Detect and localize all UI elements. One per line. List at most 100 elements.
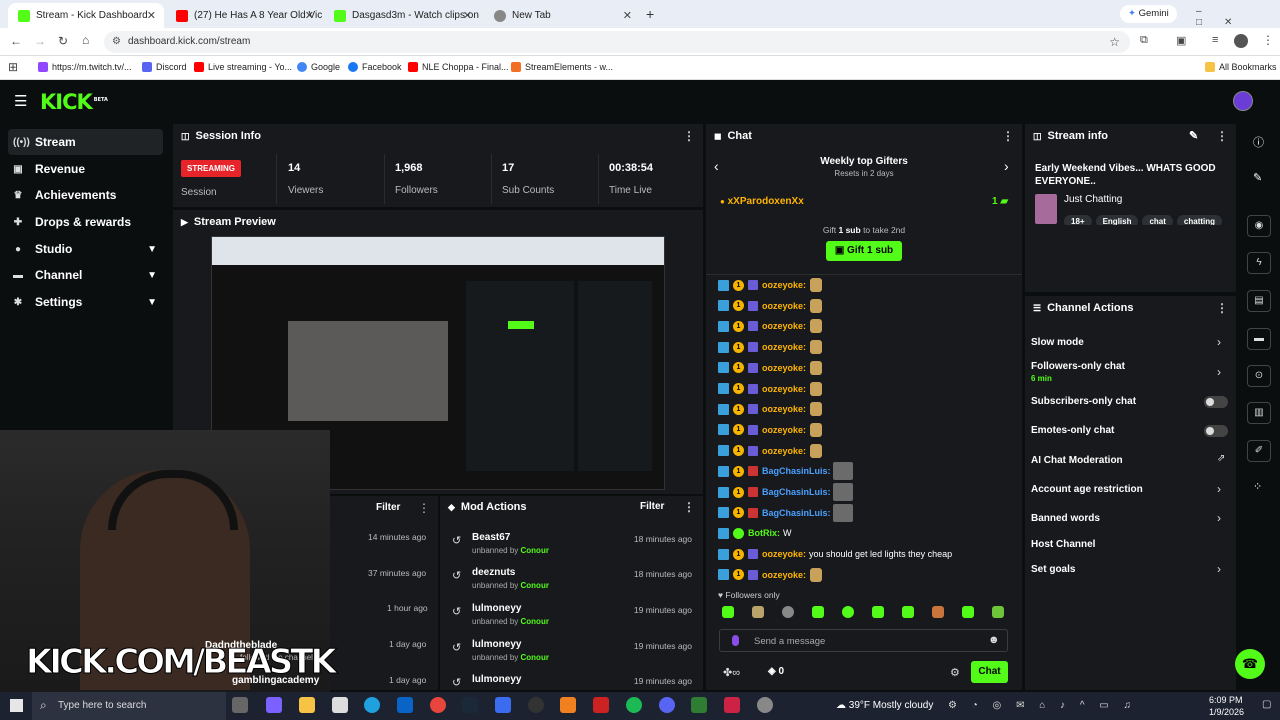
extensions-icon[interactable]: ⧉ <box>1140 34 1148 47</box>
emote-icon[interactable] <box>962 606 974 618</box>
home-icon[interactable]: ⌂ <box>82 33 89 47</box>
arrow-app-icon[interactable] <box>495 697 511 713</box>
bookmark-twitch[interactable]: https://m.twitch.tv/... <box>38 62 132 72</box>
emoji-icon[interactable]: ☻ <box>988 634 1000 646</box>
mod-action-row[interactable]: ↺ Beast67 unbanned by Conour 18 minutes ago <box>444 530 700 564</box>
more-options-icon[interactable]: ⋮ <box>1002 129 1014 143</box>
chat-message[interactable]: 1 BagChasinLuis: <box>718 483 853 501</box>
chevron-right-icon[interactable]: › <box>1217 511 1221 525</box>
chat-message[interactable]: 1 oozeyoke: <box>718 276 823 294</box>
chat-username[interactable]: oozeyoke: <box>762 301 806 311</box>
forward-icon[interactable]: → <box>34 34 46 48</box>
wrench-icon[interactable]: ✐ <box>1247 440 1271 462</box>
category-name[interactable]: Just Chatting <box>1064 194 1122 205</box>
sidebar-item-studio[interactable]: ● Studio ▼ <box>8 236 163 262</box>
sidebar-item-drops[interactable]: ✚ Drops & rewards <box>8 209 163 235</box>
document-icon[interactable]: ▤ <box>1247 290 1271 312</box>
kick-logo[interactable]: KICK BETA <box>40 90 108 114</box>
chat-username[interactable]: oozeyoke: <box>762 446 806 456</box>
back-icon[interactable]: ← <box>10 34 22 48</box>
close-tab-icon[interactable]: ✕ <box>623 9 632 22</box>
set-goals-action[interactable]: Set goals <box>1031 564 1075 575</box>
chat-message[interactable]: 1 BagChasinLuis: <box>718 462 853 481</box>
edit-icon[interactable]: ✎ <box>1189 129 1198 142</box>
chat-username[interactable]: oozeyoke: <box>762 404 806 414</box>
sidebar-item-stream[interactable]: ((•)) Stream <box>8 129 163 155</box>
gift-sub-button[interactable]: ▣ Gift 1 sub <box>826 241 902 261</box>
more-options-icon[interactable]: ⋮ <box>418 501 430 515</box>
chat-message[interactable]: 1 oozeyoke: <box>718 297 823 315</box>
chat-username[interactable]: oozeyoke: <box>762 570 806 580</box>
chat-username[interactable]: oozeyoke: <box>762 425 806 435</box>
emote-icon[interactable] <box>782 606 794 618</box>
more-options-icon[interactable]: ⋮ <box>683 500 695 514</box>
close-tab-icon[interactable]: ✕ <box>305 9 314 22</box>
broadcast-icon[interactable]: ⊙ <box>1247 365 1271 387</box>
sidebar-item-revenue[interactable]: ▣ Revenue <box>8 156 163 182</box>
ai-chat-moderation-action[interactable]: AI Chat Moderation <box>1031 455 1123 466</box>
apps-grid-icon[interactable]: ⁘ <box>1253 480 1262 493</box>
emote-icon[interactable] <box>932 606 944 618</box>
reload-icon[interactable]: ↻ <box>58 34 68 48</box>
bookmark-youtube-live[interactable]: Live streaming - Yo... <box>194 62 292 72</box>
sidebar-item-settings[interactable]: ✱ Settings ▼ <box>8 289 163 315</box>
slow-mode-action[interactable]: Slow mode <box>1031 337 1084 348</box>
vlc-icon[interactable] <box>560 697 576 713</box>
tab-kick-clips[interactable]: Dasgasd3m - Watch clips on Kick✕ <box>324 3 480 28</box>
subscribers-only-toggle[interactable] <box>1204 396 1228 408</box>
all-bookmarks[interactable]: All Bookmarks <box>1205 62 1277 72</box>
clock-time[interactable]: 6:09 PM <box>1209 695 1243 705</box>
bookmark-discord[interactable]: Discord <box>142 62 187 72</box>
store-icon[interactable] <box>332 697 348 713</box>
url-input[interactable]: ⚙ dashboard.kick.com/stream ☆ <box>104 31 1130 53</box>
menu-icon[interactable]: ⋮ <box>1262 33 1274 47</box>
mod-filter-button[interactable]: Filter <box>640 501 664 512</box>
account-age-action[interactable]: Account age restriction <box>1031 484 1143 495</box>
close-tab-icon[interactable]: ✕ <box>463 9 472 22</box>
close-tab-icon[interactable]: ✕ <box>147 9 156 22</box>
k-app-icon[interactable] <box>724 697 740 713</box>
tab-youtube[interactable]: (27) He Has A 8 Year Old Victim...✕ <box>166 3 322 28</box>
chat-username[interactable]: oozeyoke: <box>762 384 806 394</box>
apps-icon[interactable]: ⊞ <box>8 60 18 74</box>
outlook-icon[interactable] <box>397 697 413 713</box>
sidebar-item-achievements[interactable]: ♛ Achievements <box>8 182 163 208</box>
tab-kick-dashboard[interactable]: Stream - Kick Dashboard ✕ <box>8 3 164 28</box>
clock-date[interactable]: 1/9/2026 <box>1209 707 1244 717</box>
send-chat-button[interactable]: Chat <box>971 661 1008 683</box>
windows-start-icon[interactable] <box>10 699 23 712</box>
emote-icon[interactable] <box>722 606 734 618</box>
gray-app-icon[interactable] <box>757 697 773 713</box>
chat-message[interactable]: 1 oozeyoke: <box>718 359 823 377</box>
chevron-right-icon[interactable]: › <box>1217 482 1221 496</box>
steam-icon[interactable] <box>462 697 478 713</box>
bookmark-streamelements[interactable]: StreamElements - w... <box>511 62 613 72</box>
chat-message-input[interactable]: Send a message ☻ <box>719 629 1008 652</box>
chat-username[interactable]: BagChasinLuis: <box>762 508 831 518</box>
chat-settings-icon[interactable]: ⚙ <box>950 666 960 679</box>
green-app-icon[interactable] <box>691 697 707 713</box>
lightning-icon[interactable]: ϟ <box>1247 252 1271 274</box>
feed-filter-button[interactable]: Filter <box>376 502 400 513</box>
chat-username[interactable]: oozeyoke: <box>762 321 806 331</box>
file-explorer-icon[interactable] <box>299 697 315 713</box>
hamburger-menu-icon[interactable]: ☰ <box>14 92 27 110</box>
system-tray[interactable]: ⚙ ◔ ◎ ✉ ⌂ ♪ ^ ▭ ♫ <box>948 700 1137 711</box>
emotes-only-toggle[interactable] <box>1204 425 1228 437</box>
chat-message[interactable]: 1 oozeyoke: you should get led lights they… <box>718 545 952 563</box>
copilot-icon[interactable] <box>266 697 282 713</box>
discord-icon[interactable] <box>659 697 675 713</box>
bookmark-star-icon[interactable]: ☆ <box>1109 31 1120 53</box>
more-options-icon[interactable]: ⋮ <box>683 129 695 143</box>
chat-bubble-icon[interactable]: ▬ <box>1247 328 1271 350</box>
chat-message[interactable]: 1 BagChasinLuis: <box>718 503 853 522</box>
red-app-icon[interactable] <box>593 697 609 713</box>
chat-username[interactable]: BotRix: <box>748 528 780 538</box>
host-channel-action[interactable]: Host Channel <box>1031 539 1095 550</box>
chrome-icon[interactable] <box>430 697 446 713</box>
emote-icon[interactable] <box>902 606 914 618</box>
chat-username[interactable]: oozeyoke: <box>762 342 806 352</box>
emote-icon[interactable] <box>812 606 824 618</box>
chat-message[interactable]: 1 oozeyoke: <box>718 400 823 418</box>
user-avatar[interactable] <box>1233 91 1253 111</box>
